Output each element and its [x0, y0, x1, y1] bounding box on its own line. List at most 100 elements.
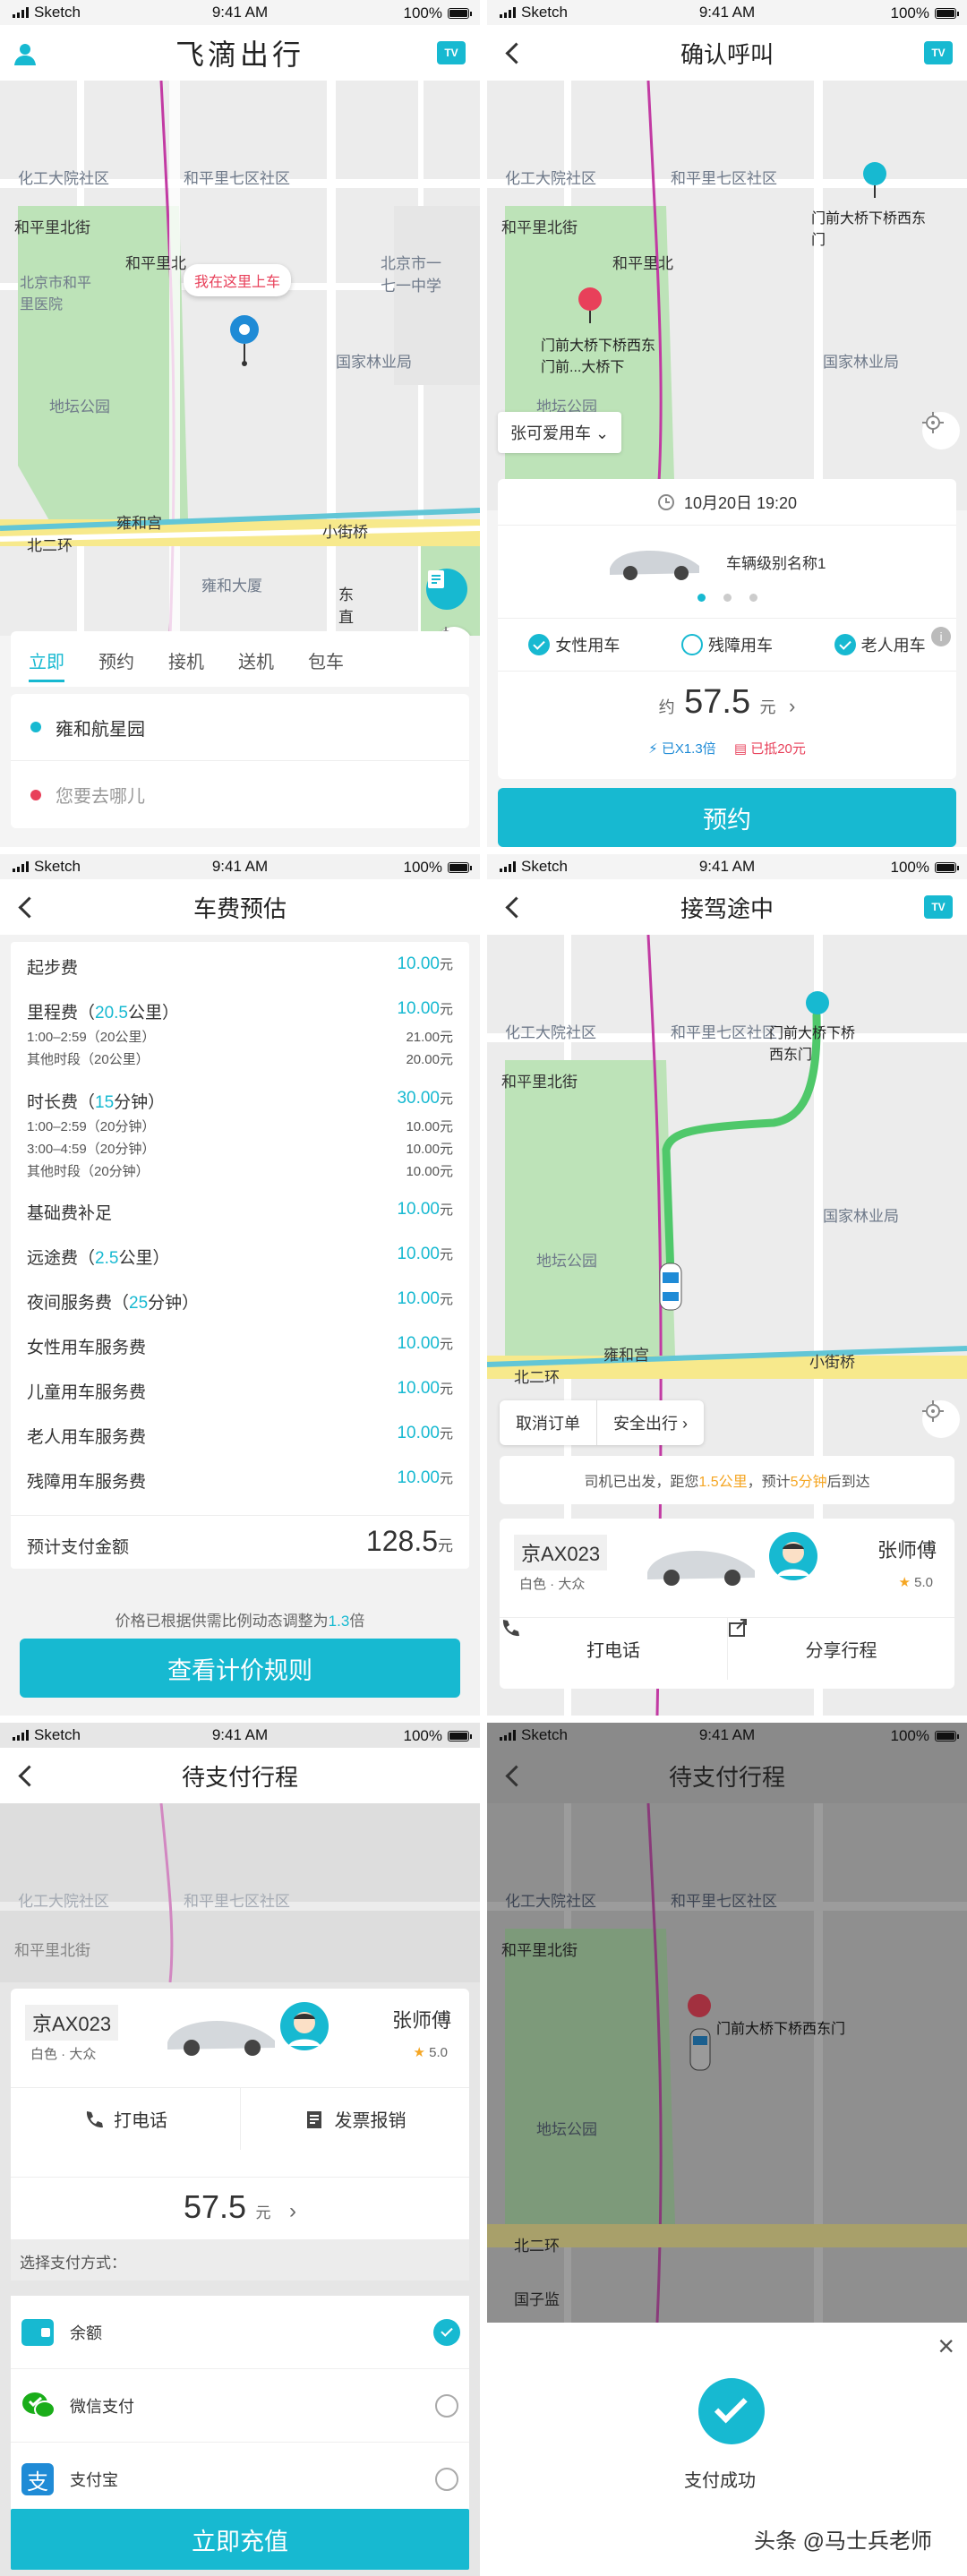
price-value: 57.5 [684, 683, 751, 721]
view-pricing-rules-button[interactable]: 查看计价规则 [20, 1639, 460, 1698]
datetime-row[interactable]: 10月20日 19:20 [498, 479, 956, 526]
info-icon[interactable]: i [931, 627, 951, 646]
dest-label: 门前大桥下桥西东门 [769, 1026, 856, 1063]
tv-icon[interactable]: TV [924, 895, 953, 919]
map-label: 和平里七区社区 [184, 170, 290, 187]
signal-icon [500, 1730, 516, 1741]
carrier: Sketch [521, 4, 568, 21]
option-elderly[interactable]: 老人用车 [834, 633, 926, 656]
cancel-order-button[interactable]: 取消订单 [500, 1400, 597, 1445]
map-label: 化工大院社区 [505, 1024, 596, 1041]
tab-label: 立即 [29, 653, 64, 672]
option-disabled[interactable]: 残障用车 [680, 633, 773, 656]
app-title: 飞滴出行 [175, 38, 304, 72]
fee-row: 远途费（2.5公里） 10.00元 [27, 1245, 453, 1269]
map: 化工大院社区 和平里七区社区 和平里北街 地坛公园 北二环 国子监 门前大桥下桥… [487, 1803, 967, 2323]
here-bubble[interactable]: 我在这里上车 [184, 264, 292, 296]
carrier: Sketch [34, 4, 81, 21]
call-button[interactable]: 打电话 [11, 2087, 240, 2150]
share-trip-button[interactable]: 分享行程 [727, 1617, 954, 1680]
map[interactable]: 化工大院社区 和平里七区社区 和平里北街 和平里北 北京市和平里医院 北京市一七… [0, 81, 480, 636]
fee-sub: 1:00–2:59（20公里） 21.00元 [27, 1030, 453, 1045]
phone-icon [502, 1620, 519, 1637]
back-icon[interactable] [16, 1762, 36, 1789]
fee-unit: 元 [439, 1202, 453, 1218]
user-icon[interactable] [13, 41, 38, 66]
pay-wechat[interactable]: 微信支付 [11, 2369, 469, 2443]
map-label: 和平里北街 [501, 1074, 578, 1091]
tab-charter[interactable]: 包车 [308, 647, 344, 673]
price-tags: ⚡ 已X1.3倍 ▤ 已抵20元 [498, 739, 956, 757]
wechat-icon [22, 2392, 56, 2418]
tab-now[interactable]: 立即 [29, 647, 64, 682]
map-label: 国家林业局 [823, 1208, 899, 1225]
map-label: 雍和宫 [603, 1347, 649, 1364]
unchecked-icon [680, 634, 703, 655]
note-suffix: 倍 [349, 1613, 365, 1630]
close-icon[interactable]: × [937, 2330, 954, 2363]
battery-icon [935, 1731, 959, 1742]
option-female[interactable]: 女性用车 [528, 633, 620, 656]
price-row[interactable]: 57.5 元 › [11, 2177, 469, 2239]
screen-driver-en-route: Sketch 9:41 AM 100% 接驾途中 TV 化工大院社区 和平里七区… [487, 854, 967, 1716]
discount-text: 已抵20元 [750, 741, 806, 757]
status-bar: Sketch 9:41 AM 100% [487, 854, 967, 879]
locate-button[interactable] [922, 1400, 960, 1438]
tv-icon[interactable]: TV [437, 41, 466, 64]
destination-placeholder: 您要去哪儿 [56, 787, 145, 807]
recharge-button[interactable]: 立即充值 [11, 2509, 469, 2570]
safety-button[interactable]: 安全出行 › [597, 1400, 704, 1445]
back-icon[interactable] [16, 894, 36, 920]
tv-icon[interactable]: TV [924, 41, 953, 64]
reserve-button[interactable]: 预约 [498, 788, 956, 847]
fee-value: 10.00 [397, 1424, 440, 1442]
option-label: 残障用车 [707, 637, 773, 655]
eta-text: 后到达 [826, 1475, 870, 1490]
back-icon[interactable] [503, 894, 523, 920]
price-value: 57.5 [184, 2188, 247, 2225]
car-description: 白色 · 大众 [30, 2047, 97, 2062]
invoice-button[interactable]: 发票报销 [240, 2087, 469, 2150]
pay-alipay[interactable]: 支 支付宝 [11, 2443, 469, 2516]
signal-icon [500, 7, 516, 18]
tab-pickup-airport[interactable]: 接机 [168, 647, 204, 673]
fee-name: 残障用车服务费 [27, 1473, 147, 1492]
locate-button[interactable] [922, 412, 960, 449]
battery-icon [935, 8, 959, 19]
bill-button[interactable] [426, 569, 467, 610]
fee-name-suffix: 公里） [118, 1249, 170, 1268]
to-row[interactable]: 您要去哪儿 [11, 761, 469, 828]
fee-value: 30.00 [397, 1089, 440, 1108]
map-label: 北二环 [27, 537, 73, 554]
battery-icon [448, 8, 472, 19]
fee-highlight: 15 [95, 1093, 115, 1112]
call-label: 打电话 [114, 2111, 167, 2131]
page-title: 待支付行程 [181, 1763, 298, 1791]
fee-name: 基础费补足 [27, 1204, 113, 1223]
price-unit: 元 [759, 698, 776, 716]
price-row[interactable]: 约 57.5 元 › [498, 683, 956, 722]
plate-number: 京AX023 [25, 2005, 119, 2041]
watermark-text: 头条 @马士兵老师 [754, 2529, 933, 2554]
button-label: 立即充值 [192, 2528, 288, 2555]
map[interactable]: 化工大院社区 和平里七区社区 和平里北街 国家林业局 地坛公园 北二环 雍和宫 … [487, 935, 967, 1716]
tab-dropoff-airport[interactable]: 送机 [238, 647, 274, 673]
signal-icon [13, 1730, 29, 1741]
pay-balance[interactable]: 余额 [11, 2296, 469, 2369]
back-icon[interactable] [503, 1762, 523, 1789]
trip-type-tabs: 立即 预约 接机 送机 包车 [11, 631, 469, 687]
fee-row: 老人用车服务费 10.00元 [27, 1424, 453, 1448]
call-button[interactable]: 打电话 [500, 1617, 727, 1680]
fee-row: 女性用车服务费 10.00元 [27, 1334, 453, 1358]
pickup-pin-icon[interactable] [228, 313, 261, 367]
driver-name: 张师傅 [391, 2009, 451, 2032]
map-label: 化工大院社区 [18, 170, 109, 187]
fee-unit: 元 [439, 1337, 453, 1352]
passenger-select[interactable]: 张可爱用车 ⌄ [498, 412, 622, 453]
tab-reserve[interactable]: 预约 [98, 647, 134, 673]
back-icon[interactable] [503, 39, 523, 66]
safety-label: 安全出行 [613, 1415, 678, 1433]
from-row[interactable]: 雍和航星园 [11, 694, 469, 761]
map[interactable]: 化工大院社区 和平里七区社区 和平里北街 和平里北 国家林业局 地坛公园 门前大… [487, 81, 967, 510]
fee-sub: 其他时段（20分钟） 10.00元 [27, 1164, 453, 1179]
